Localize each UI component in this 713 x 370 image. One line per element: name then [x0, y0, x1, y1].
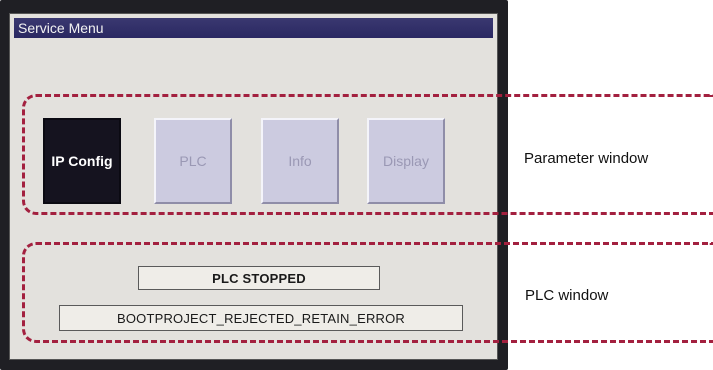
scene: Service Menu IP Config PLC Info Display …	[0, 0, 713, 370]
window-title: Service Menu	[18, 20, 104, 36]
parameter-window-label: Parameter window	[524, 150, 649, 167]
window-title-bar: Service Menu	[14, 18, 493, 38]
plc-window-outline	[22, 242, 713, 343]
plc-window-label: PLC window	[525, 287, 609, 304]
